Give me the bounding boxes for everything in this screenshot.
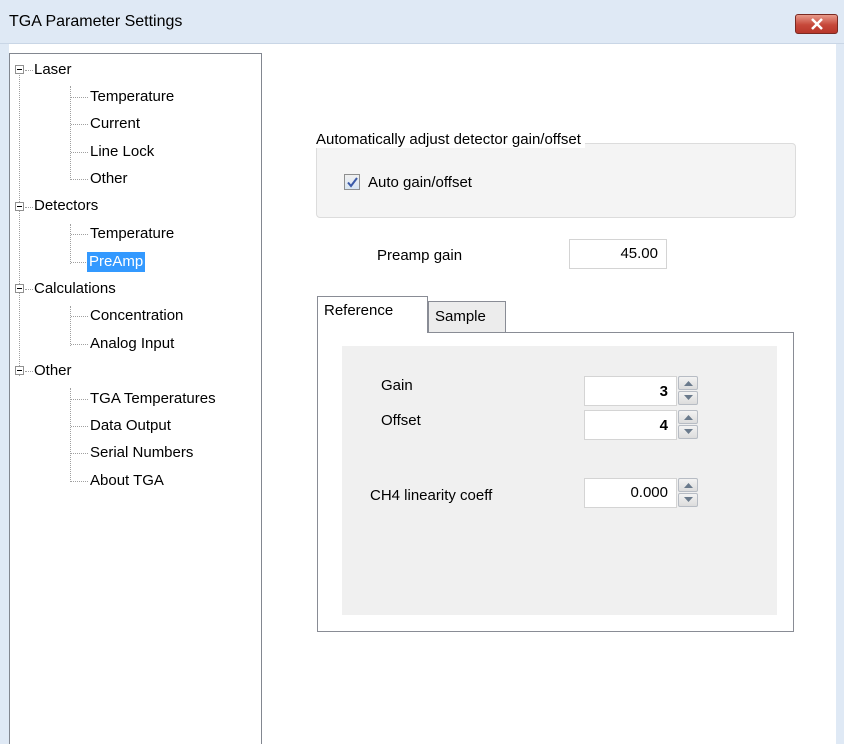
settings-tree[interactable]: Laser Temperature Current Line Lock Othe… <box>9 53 262 744</box>
checkmark-icon <box>347 177 358 188</box>
tree-item-other[interactable]: Other <box>34 361 72 381</box>
gain-value: 3 <box>659 383 668 400</box>
window-title: TGA Parameter Settings <box>9 13 183 30</box>
ch4-down-button[interactable] <box>678 493 698 507</box>
tree-line <box>71 344 88 345</box>
close-button[interactable] <box>795 14 838 34</box>
auto-gain-checkbox-label[interactable]: Auto gain/offset <box>368 174 472 191</box>
offset-up-button[interactable] <box>678 410 698 424</box>
tree-item-preamp[interactable]: PreAmp <box>87 252 146 272</box>
tree-line <box>71 262 86 263</box>
spin-up-icon <box>684 381 693 386</box>
tree-item-serial-numbers[interactable]: Serial Numbers <box>90 443 193 463</box>
spin-up-icon <box>684 483 693 488</box>
collapse-icon[interactable] <box>15 284 24 293</box>
tree-line <box>71 234 88 235</box>
offset-spinner[interactable] <box>677 409 700 441</box>
tab-sample[interactable]: Sample <box>428 301 506 332</box>
tree-line <box>19 70 20 376</box>
tree-line <box>25 207 33 208</box>
auto-adjust-group-title: Automatically adjust detector gain/offse… <box>316 131 585 148</box>
tree-item-analog-input[interactable]: Analog Input <box>90 334 174 354</box>
gain-spinner[interactable] <box>677 375 700 407</box>
offset-value: 4 <box>659 417 668 434</box>
tree-line <box>70 388 71 482</box>
tree-line <box>70 224 71 264</box>
tree-item-detectors[interactable]: Detectors <box>34 196 98 216</box>
tree-line <box>71 179 88 180</box>
collapse-icon[interactable] <box>15 366 24 375</box>
ch4-linearity-field[interactable]: 0.000 <box>584 478 677 508</box>
tree-item-detectors-temperature[interactable]: Temperature <box>90 224 174 244</box>
tree-item-laser-temperature[interactable]: Temperature <box>90 87 174 107</box>
window-frame-right <box>836 44 844 744</box>
gain-down-button[interactable] <box>678 391 698 405</box>
tree-line <box>25 289 33 290</box>
collapse-icon[interactable] <box>15 65 24 74</box>
tree-line <box>71 152 88 153</box>
preamp-gain-field[interactable]: 45.00 <box>569 239 667 269</box>
spin-down-icon <box>684 429 693 434</box>
tree-item-concentration[interactable]: Concentration <box>90 306 183 326</box>
tree-line <box>70 86 71 180</box>
tree-line <box>71 316 88 317</box>
tree-item-calculations[interactable]: Calculations <box>34 279 116 299</box>
tree-line <box>71 481 88 482</box>
tree-item-line-lock[interactable]: Line Lock <box>90 142 154 162</box>
spin-up-icon <box>684 415 693 420</box>
offset-label: Offset <box>381 412 421 429</box>
tree-line <box>71 124 88 125</box>
collapse-icon[interactable] <box>15 202 24 211</box>
offset-down-button[interactable] <box>678 425 698 439</box>
tree-item-current[interactable]: Current <box>90 114 140 134</box>
tree-line <box>71 453 88 454</box>
tree-line <box>25 70 33 71</box>
tree-line <box>70 306 71 346</box>
tree-item-about-tga[interactable]: About TGA <box>90 471 164 491</box>
offset-field[interactable]: 4 <box>584 410 677 440</box>
ch4-spinner[interactable] <box>677 477 700 509</box>
gain-field[interactable]: 3 <box>584 376 677 406</box>
ch4-linearity-label: CH4 linearity coeff <box>370 487 493 504</box>
gain-label: Gain <box>381 377 413 394</box>
auto-gain-checkbox[interactable] <box>344 174 360 190</box>
preamp-gain-label: Preamp gain <box>377 247 463 264</box>
tree-line <box>25 371 33 372</box>
tree-line <box>71 97 88 98</box>
tree-line <box>71 426 88 427</box>
gain-up-button[interactable] <box>678 376 698 390</box>
tab-reference[interactable]: Reference <box>317 296 428 333</box>
spin-down-icon <box>684 497 693 502</box>
tree-line <box>71 399 88 400</box>
tree-item-data-output[interactable]: Data Output <box>90 416 171 436</box>
tree-item-tga-temperatures[interactable]: TGA Temperatures <box>90 389 216 409</box>
spin-down-icon <box>684 395 693 400</box>
tree-item-laser-other[interactable]: Other <box>90 169 128 189</box>
tree-item-laser[interactable]: Laser <box>34 60 72 80</box>
ch4-up-button[interactable] <box>678 478 698 492</box>
window-frame-left <box>0 44 9 744</box>
title-bar: TGA Parameter Settings <box>0 0 844 44</box>
close-icon <box>811 18 823 30</box>
